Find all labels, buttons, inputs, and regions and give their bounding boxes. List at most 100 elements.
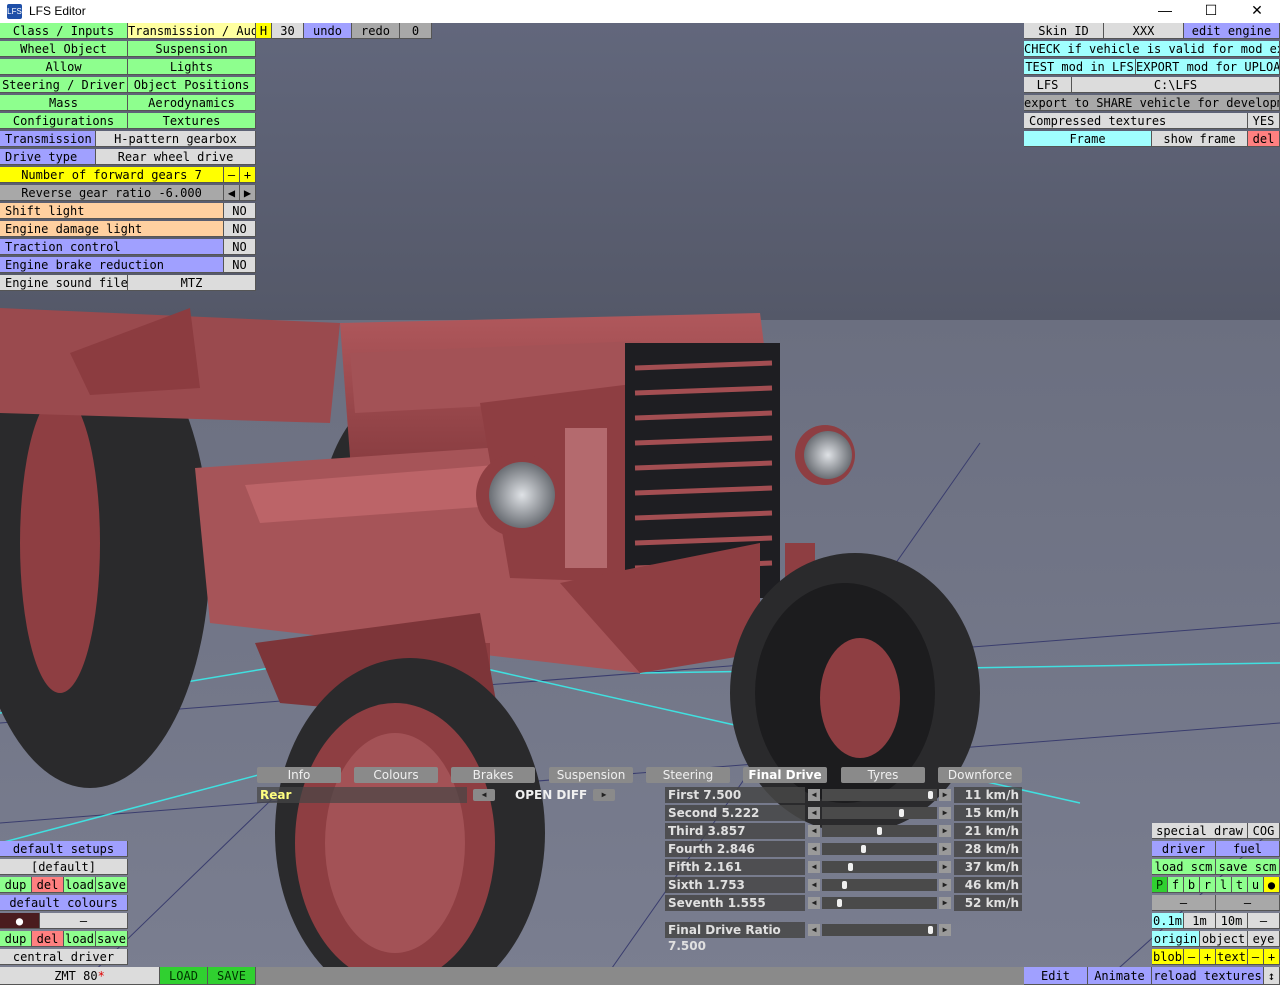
reverse-ratio-left-button[interactable]: ◀ bbox=[224, 185, 240, 201]
slider-knob[interactable] bbox=[928, 791, 933, 799]
engine-brake-reduction-value[interactable]: NO bbox=[224, 257, 256, 273]
slider-track[interactable] bbox=[822, 879, 937, 891]
tab-info[interactable]: Info bbox=[257, 767, 341, 783]
left-minus-button[interactable]: – bbox=[1152, 895, 1216, 911]
gear-ratio-slider[interactable]: ◀ ▶ bbox=[808, 896, 951, 910]
toggle-l[interactable]: l bbox=[1216, 877, 1232, 893]
slider-left-arrow-icon[interactable]: ◀ bbox=[808, 789, 820, 801]
minimize-button[interactable]: — bbox=[1142, 0, 1188, 23]
slider-right-arrow-icon[interactable]: ▶ bbox=[939, 807, 951, 819]
slider-left-arrow-icon[interactable]: ◀ bbox=[808, 843, 820, 855]
forward-gears-minus-button[interactable]: – bbox=[224, 167, 240, 183]
export-share-button[interactable]: export to SHARE vehicle for development bbox=[1024, 95, 1280, 111]
edit-mode-button[interactable]: Edit bbox=[1024, 967, 1088, 985]
gear-ratio-slider[interactable]: ◀ ▶ bbox=[808, 788, 951, 802]
step-10m-button[interactable]: 10m bbox=[1216, 913, 1248, 929]
slider-knob[interactable] bbox=[837, 899, 842, 907]
reverse-ratio-right-button[interactable]: ▶ bbox=[240, 185, 256, 201]
undo-button[interactable]: undo bbox=[304, 23, 352, 39]
test-mod-button[interactable]: TEST mod in LFS bbox=[1024, 59, 1136, 75]
zero-button[interactable]: 0 bbox=[400, 23, 432, 39]
colour-selector[interactable]: – bbox=[40, 913, 128, 929]
toggle-f[interactable]: f bbox=[1168, 877, 1184, 893]
slider-right-arrow-icon[interactable]: ▶ bbox=[939, 789, 951, 801]
tab-colours[interactable]: Colours bbox=[354, 767, 438, 783]
setup-load-button[interactable]: load bbox=[64, 877, 96, 893]
configurations-button[interactable]: Configurations bbox=[0, 113, 128, 129]
setup-save-button[interactable]: save bbox=[96, 877, 128, 893]
step-minus-button[interactable]: – bbox=[1248, 913, 1280, 929]
load-car-button[interactable]: LOAD bbox=[160, 967, 208, 985]
tab-suspension[interactable]: Suspension bbox=[549, 767, 633, 783]
tab-downforce[interactable]: Downforce bbox=[938, 767, 1022, 783]
animate-mode-button[interactable]: Animate bbox=[1088, 967, 1152, 985]
colour-save-button[interactable]: save bbox=[96, 931, 128, 947]
colour-load-button[interactable]: load bbox=[64, 931, 96, 947]
slider-left-arrow-icon[interactable]: ◀ bbox=[808, 861, 820, 873]
slider-track[interactable] bbox=[822, 861, 937, 873]
tab-tyres[interactable]: Tyres bbox=[841, 767, 925, 783]
forward-gears-plus-button[interactable]: + bbox=[240, 167, 256, 183]
eye-button[interactable]: eye bbox=[1248, 931, 1280, 947]
maximize-button[interactable]: ☐ bbox=[1188, 0, 1234, 23]
origin-button[interactable]: origin bbox=[1152, 931, 1200, 947]
drive-type-value[interactable]: Rear wheel drive bbox=[96, 149, 256, 165]
h-button[interactable]: H bbox=[256, 23, 272, 39]
toggle-dot[interactable]: ● bbox=[1264, 877, 1280, 893]
tab-brakes[interactable]: Brakes bbox=[451, 767, 535, 783]
final-drive-left-arrow-icon[interactable]: ◀ bbox=[808, 924, 820, 936]
gear-ratio-slider[interactable]: ◀ ▶ bbox=[808, 842, 951, 856]
mass-button[interactable]: Mass bbox=[0, 95, 128, 111]
reload-textures-button[interactable]: reload textures bbox=[1152, 967, 1264, 985]
slider-track[interactable] bbox=[822, 807, 937, 819]
slider-right-arrow-icon[interactable]: ▶ bbox=[939, 843, 951, 855]
engine-sound-file-value[interactable]: MTZ bbox=[128, 275, 256, 291]
tab-steering[interactable]: Steering bbox=[646, 767, 730, 783]
allow-button[interactable]: Allow bbox=[0, 59, 128, 75]
blob-plus-button[interactable]: + bbox=[1200, 949, 1216, 965]
object-button[interactable]: object bbox=[1200, 931, 1248, 947]
suspension-button[interactable]: Suspension bbox=[128, 41, 256, 57]
transmission-audio-button[interactable]: Transmission / Audio bbox=[128, 23, 256, 39]
shift-light-value[interactable]: NO bbox=[224, 203, 256, 219]
setup-del-button[interactable]: del bbox=[32, 877, 64, 893]
slider-knob[interactable] bbox=[861, 845, 866, 853]
slider-right-arrow-icon[interactable]: ▶ bbox=[939, 897, 951, 909]
slider-right-arrow-icon[interactable]: ▶ bbox=[939, 861, 951, 873]
slider-right-arrow-icon[interactable]: ▶ bbox=[939, 825, 951, 837]
steering-driver-button[interactable]: Steering / Driver bbox=[0, 77, 128, 93]
slider-right-arrow-icon[interactable]: ▶ bbox=[939, 879, 951, 891]
slider-left-arrow-icon[interactable]: ◀ bbox=[808, 825, 820, 837]
object-positions-button[interactable]: Object Positions bbox=[128, 77, 256, 93]
engine-damage-light-value[interactable]: NO bbox=[224, 221, 256, 237]
slider-knob[interactable] bbox=[842, 881, 847, 889]
step-1m-button[interactable]: 1m bbox=[1184, 913, 1216, 929]
gear-ratio-slider[interactable]: ◀ ▶ bbox=[808, 878, 951, 892]
final-drive-knob[interactable] bbox=[928, 926, 933, 934]
edit-engine-button[interactable]: edit engine bbox=[1184, 23, 1280, 39]
cog-button[interactable]: COG bbox=[1248, 823, 1280, 839]
gear-ratio-slider[interactable]: ◀ ▶ bbox=[808, 860, 951, 874]
toggle-r[interactable]: r bbox=[1200, 877, 1216, 893]
show-frame-button[interactable]: show frame bbox=[1152, 131, 1248, 147]
save-scm-button[interactable]: save scm bbox=[1216, 859, 1280, 875]
class-inputs-button[interactable]: Class / Inputs bbox=[0, 23, 128, 39]
slider-left-arrow-icon[interactable]: ◀ bbox=[808, 897, 820, 909]
resize-icon[interactable]: ↕ bbox=[1264, 967, 1280, 985]
slider-knob[interactable] bbox=[899, 809, 904, 817]
lights-button[interactable]: Lights bbox=[128, 59, 256, 75]
export-mod-button[interactable]: EXPORT mod for UPLOAD bbox=[1136, 59, 1280, 75]
text-plus-button[interactable]: + bbox=[1264, 949, 1280, 965]
slider-knob[interactable] bbox=[877, 827, 882, 835]
textures-button[interactable]: Textures bbox=[128, 113, 256, 129]
gear-ratio-slider[interactable]: ◀ ▶ bbox=[808, 806, 951, 820]
viewport-3d[interactable]: Class / Inputs Transmission / Audio H 30… bbox=[0, 23, 1280, 985]
num30-button[interactable]: 30 bbox=[272, 23, 304, 39]
transmission-value[interactable]: H-pattern gearbox bbox=[96, 131, 256, 147]
slider-track[interactable] bbox=[822, 789, 937, 801]
gear-ratio-slider[interactable]: ◀ ▶ bbox=[808, 824, 951, 838]
colour-swatch[interactable]: ● bbox=[0, 913, 40, 929]
final-drive-right-arrow-icon[interactable]: ▶ bbox=[939, 924, 951, 936]
redo-button[interactable]: redo bbox=[352, 23, 400, 39]
toggle-t[interactable]: t bbox=[1232, 877, 1248, 893]
